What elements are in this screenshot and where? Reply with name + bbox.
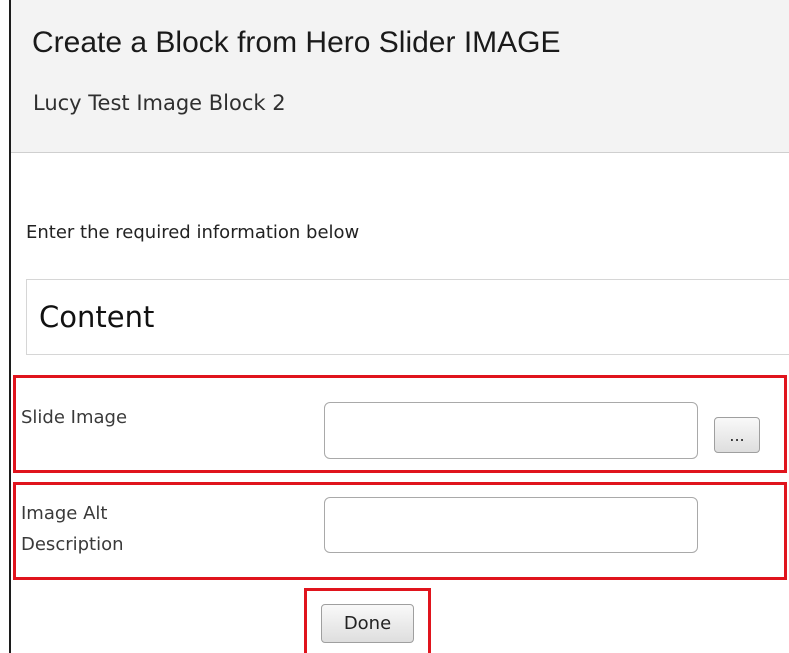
slide-image-input[interactable]	[324, 402, 698, 459]
slide-image-label: Slide Image	[21, 407, 128, 428]
dialog-page: Create a Block from Hero Slider IMAGE Lu…	[0, 0, 789, 653]
dialog-subtitle: Lucy Test Image Block 2	[33, 91, 286, 115]
content-section-header: Content	[26, 279, 789, 355]
browse-button[interactable]: ...	[714, 417, 760, 453]
dialog-header: Create a Block from Hero Slider IMAGE Lu…	[11, 0, 789, 153]
instructions-text: Enter the required information below	[26, 222, 360, 243]
image-alt-description-input[interactable]	[324, 497, 698, 553]
image-alt-label-line2: Description	[21, 534, 124, 555]
done-button[interactable]: Done	[321, 604, 414, 643]
section-title: Content	[39, 300, 155, 334]
image-alt-label-line1: Image Alt	[21, 503, 108, 524]
dialog-title: Create a Block from Hero Slider IMAGE	[32, 26, 561, 59]
